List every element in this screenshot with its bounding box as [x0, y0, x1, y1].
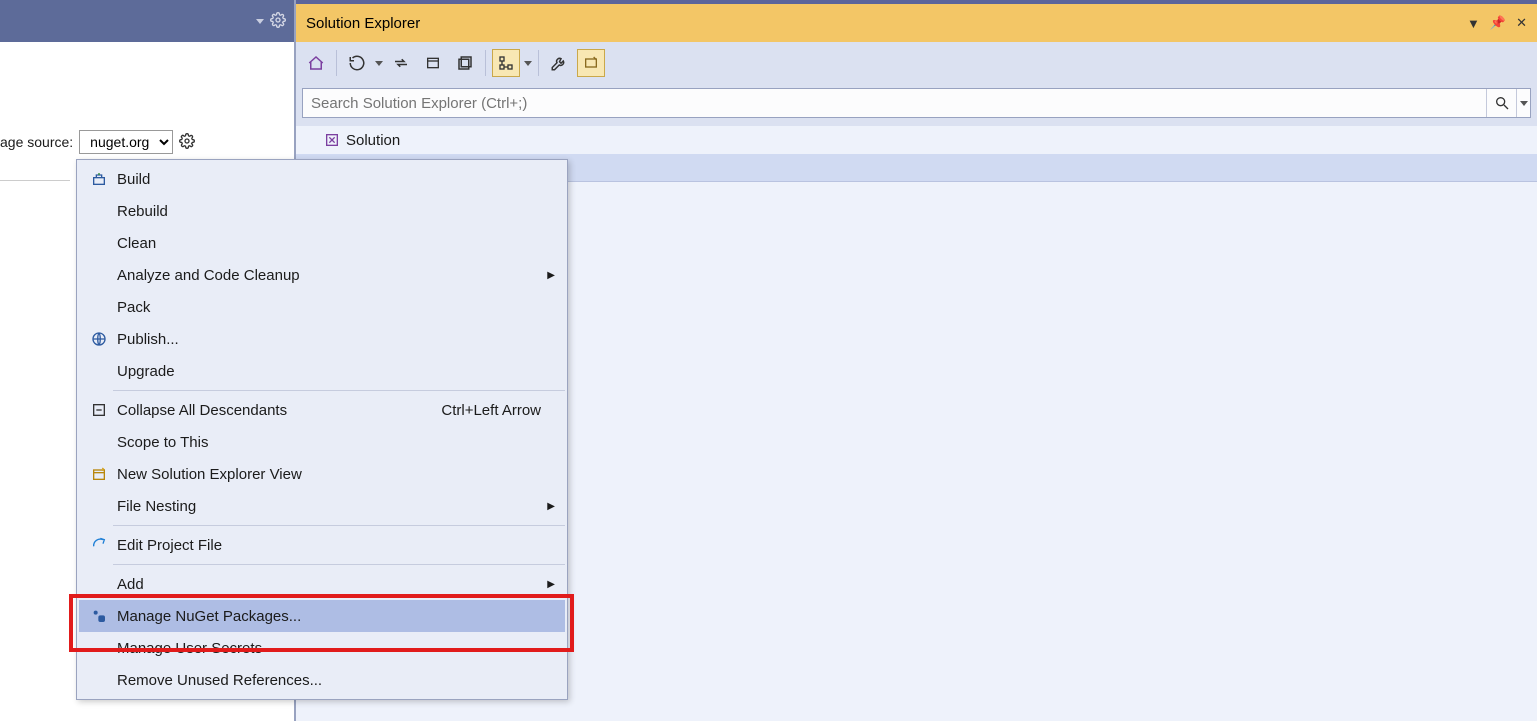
window-dropdown-icon[interactable]: ▼ [1467, 16, 1480, 31]
close-icon[interactable]: ✕ [1516, 15, 1527, 31]
menu-item-rebuild[interactable]: Rebuild [79, 195, 565, 227]
menu-item-label: Add [113, 576, 559, 593]
package-source-settings-button[interactable] [179, 133, 195, 152]
menu-item-collapse-all-descendants[interactable]: Collapse All DescendantsCtrl+Left Arrow [79, 394, 565, 426]
collapse-icon [85, 402, 113, 418]
menu-item-analyze-and-code-cleanup[interactable]: Analyze and Code Cleanup▶ [79, 259, 565, 291]
windows-stack-icon[interactable] [451, 49, 479, 77]
menu-separator [113, 525, 565, 526]
divider [0, 180, 70, 181]
menu-item-manage-nuget-packages[interactable]: Manage NuGet Packages... [79, 600, 565, 632]
package-source-label: age source: [0, 134, 73, 150]
left-strip-titlebar [0, 0, 294, 42]
menu-item-label: Manage User Secrets [113, 640, 559, 657]
dropdown-icon[interactable] [524, 61, 532, 66]
back-history-icon[interactable] [343, 49, 371, 77]
menu-item-upgrade[interactable]: Upgrade [79, 355, 565, 387]
search-input[interactable] [303, 89, 1486, 117]
submenu-arrow-icon: ▶ [547, 579, 555, 590]
menu-item-build[interactable]: Build [79, 163, 565, 195]
solution-explorer-search[interactable] [302, 88, 1531, 118]
edit-icon [85, 537, 113, 553]
menu-item-scope-to-this[interactable]: Scope to This [79, 426, 565, 458]
menu-item-label: Pack [113, 299, 559, 316]
menu-item-label: Publish... [113, 331, 559, 348]
submenu-arrow-icon: ▶ [547, 270, 555, 281]
menu-item-label: Upgrade [113, 363, 559, 380]
menu-separator [113, 390, 565, 391]
solution-node-label: Solution [346, 132, 400, 149]
menu-item-label: Edit Project File [113, 537, 559, 554]
preview-icon[interactable] [577, 49, 605, 77]
menu-item-label: Rebuild [113, 203, 559, 220]
menu-item-label: Manage NuGet Packages... [113, 608, 559, 625]
menu-item-edit-project-file[interactable]: Edit Project File [79, 529, 565, 561]
menu-item-pack[interactable]: Pack [79, 291, 565, 323]
menu-item-manage-user-secrets[interactable]: Manage User Secrets [79, 632, 565, 664]
menu-item-label: File Nesting [113, 498, 559, 515]
solution-explorer-header: Solution Explorer ▼ 📌 ✕ [296, 0, 1537, 42]
dropdown-icon[interactable] [256, 19, 264, 24]
menu-item-label: Scope to This [113, 434, 559, 451]
menu-item-new-solution-explorer-view[interactable]: New Solution Explorer View [79, 458, 565, 490]
menu-item-label: Clean [113, 235, 559, 252]
context-menu: Build Rebuild Clean Analyze and Code Cleanu… [76, 159, 568, 700]
gear-icon[interactable] [270, 12, 286, 31]
nuget-icon [85, 608, 113, 624]
solution-explorer-search-row [296, 84, 1537, 126]
menu-item-add[interactable]: Add▶ [79, 568, 565, 600]
menu-item-label: Remove Unused References... [113, 672, 559, 689]
solution-explorer-title: Solution Explorer [306, 15, 1467, 32]
menu-item-publish[interactable]: Publish... [79, 323, 565, 355]
solution-explorer-toolbar [296, 42, 1537, 84]
globe-icon [85, 331, 113, 347]
menu-item-label: New Solution Explorer View [113, 466, 559, 483]
wrench-icon[interactable] [545, 49, 573, 77]
package-source-row: age source: nuget.org [0, 128, 294, 156]
menu-item-remove-unused-references[interactable]: Remove Unused References... [79, 664, 565, 696]
class-view-icon[interactable] [492, 49, 520, 77]
home-icon[interactable] [302, 49, 330, 77]
menu-item-label: Analyze and Code Cleanup [113, 267, 559, 284]
menu-item-file-nesting[interactable]: File Nesting▶ [79, 490, 565, 522]
package-source-dropdown[interactable]: nuget.org [79, 130, 173, 154]
window-icon[interactable] [419, 49, 447, 77]
dropdown-icon[interactable] [375, 61, 383, 66]
menu-separator [113, 564, 565, 565]
menu-item-clean[interactable]: Clean [79, 227, 565, 259]
solution-node[interactable]: Solution [296, 126, 400, 154]
menu-item-label: Build [113, 171, 559, 188]
submenu-arrow-icon: ▶ [547, 501, 555, 512]
menu-item-shortcut: Ctrl+Left Arrow [441, 402, 559, 419]
search-options-dropdown[interactable] [1516, 89, 1530, 117]
search-icon[interactable] [1486, 89, 1516, 117]
build-icon [85, 171, 113, 187]
sync-icon[interactable] [387, 49, 415, 77]
pin-icon[interactable]: 📌 [1490, 15, 1506, 31]
menu-item-label: Collapse All Descendants [113, 402, 441, 419]
newview-icon [85, 466, 113, 482]
